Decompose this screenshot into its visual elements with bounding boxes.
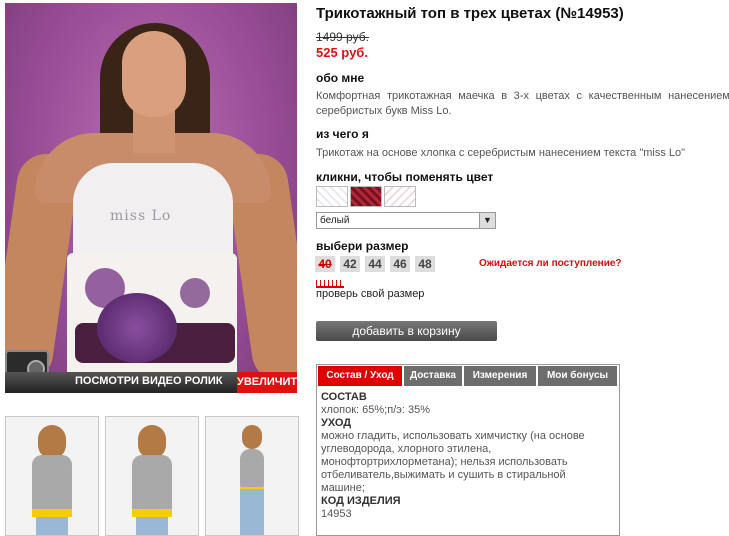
add-to-cart-button[interactable]: добавить в корзину — [316, 321, 497, 341]
code-text: 14953 — [321, 508, 352, 520]
main-product-photo[interactable]: miss Lo — [5, 3, 297, 393]
color-select[interactable]: белый ▼ — [316, 212, 496, 229]
check-size-link[interactable]: проверь свой размер — [316, 288, 424, 300]
tab-bonuses[interactable]: Мои бонусы — [538, 366, 617, 386]
zoom-button[interactable]: УВЕЛИЧИТЬ — [237, 372, 305, 393]
size-option-42[interactable]: 42 — [340, 256, 360, 272]
color-swatch-white[interactable] — [316, 186, 348, 207]
tab-content: СОСТАВ хлопок: 65%;п/э: 35% УХОД можно г… — [321, 391, 611, 521]
old-price: 1499 руб. — [316, 30, 369, 44]
color-heading: кликни, чтобы поменять цвет — [316, 170, 494, 184]
tab-delivery[interactable]: Доставка — [404, 366, 462, 386]
ruler-icon[interactable] — [316, 280, 344, 288]
material-heading: из чего я — [316, 127, 369, 141]
size-option-40[interactable]: 40 — [315, 256, 335, 272]
watch-video-label: ПОСМОТРИ ВИДЕО РОЛИК — [75, 375, 223, 387]
about-heading: обо мне — [316, 71, 365, 85]
about-text: Комфортная трикотажная маечка в 3-х цвет… — [316, 90, 729, 117]
size-option-44[interactable]: 44 — [365, 256, 385, 272]
chevron-down-icon[interactable]: ▼ — [479, 213, 495, 228]
watch-video-button[interactable]: ПОСМОТРИ ВИДЕО РОЛИК — [5, 372, 237, 393]
tab-measurements[interactable]: Измерения — [464, 366, 536, 386]
thumbnail-2[interactable] — [105, 416, 199, 536]
care-text: можно гладить, использовать химчистку (н… — [321, 430, 585, 494]
size-option-48[interactable]: 48 — [415, 256, 435, 272]
new-price: 525 руб. — [316, 45, 368, 60]
color-swatch-red[interactable] — [350, 186, 382, 207]
color-select-value: белый — [320, 215, 350, 226]
thumbnail-3[interactable] — [205, 416, 299, 536]
availability-link[interactable]: Ожидается ли поступление? — [479, 258, 622, 269]
tab-composition-care[interactable]: Состав / Уход — [318, 366, 402, 386]
product-title: Трикотажный топ в трех цветах (№14953) — [316, 5, 624, 22]
info-tabs-panel: Состав / Уход Доставка Измерения Мои бон… — [316, 364, 620, 536]
care-heading: УХОД — [321, 417, 352, 429]
size-heading: выбери размер — [316, 239, 409, 253]
material-text: Трикотаж на основе хлопка с серебристым … — [316, 147, 686, 159]
code-heading: КОД ИЗДЕЛИЯ — [321, 495, 401, 507]
composition-heading: СОСТАВ — [321, 391, 367, 403]
size-option-46[interactable]: 46 — [390, 256, 410, 272]
composition-text: хлопок: 65%;п/э: 35% — [321, 404, 430, 416]
shirt-print-text: miss Lo — [110, 208, 172, 224]
thumbnail-1[interactable] — [5, 416, 99, 536]
color-swatch-pink[interactable] — [384, 186, 416, 207]
